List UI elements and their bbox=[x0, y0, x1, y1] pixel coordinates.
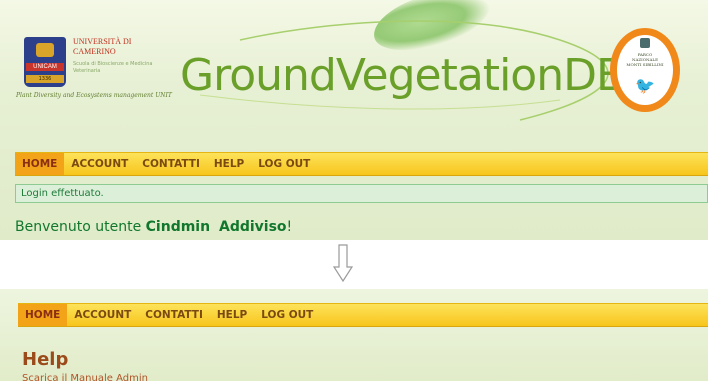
login-status-message: Login effettuato. bbox=[15, 184, 708, 203]
help-page-nav: HOME ACCOUNT CONTATTI HELP LOG OUT bbox=[18, 303, 708, 327]
bird-icon: 🐦 bbox=[635, 76, 655, 95]
help-page-title: Help bbox=[22, 349, 69, 370]
user-first-name: Cindmin bbox=[145, 219, 211, 235]
nav-logout[interactable]: LOG OUT bbox=[251, 153, 317, 175]
nav-home[interactable]: HOME bbox=[18, 304, 68, 326]
nav-help[interactable]: HELP bbox=[207, 153, 251, 175]
nav-account[interactable]: ACCOUNT bbox=[64, 153, 135, 175]
download-manual-link[interactable]: Scarica il Manuale Admin bbox=[22, 373, 148, 384]
university-shield-icon: UNICAM 1336 bbox=[24, 37, 66, 87]
university-motto: Plant Diversity and Ecosystems managemen… bbox=[16, 92, 172, 99]
down-arrow-icon bbox=[333, 244, 353, 283]
park-logo-icon[interactable]: PARCO NAZIONALE MONTI SIBILLINI 🐦 bbox=[610, 28, 682, 112]
nav-home[interactable]: HOME bbox=[15, 153, 65, 175]
main-nav: HOME ACCOUNT CONTATTI HELP LOG OUT bbox=[15, 152, 708, 176]
header-panel: UNICAM 1336 UNIVERSITÀ DI CAMERINO Scuol… bbox=[0, 0, 708, 240]
site-logo-title[interactable]: GroundVegetationDB bbox=[180, 50, 626, 101]
university-title: UNIVERSITÀ DI CAMERINO bbox=[73, 37, 132, 56]
university-logo[interactable]: UNICAM 1336 UNIVERSITÀ DI CAMERINO Scuol… bbox=[14, 30, 174, 110]
nav-help[interactable]: HELP bbox=[210, 304, 254, 326]
nav-contatti[interactable]: CONTATTI bbox=[138, 304, 210, 326]
nav-contatti[interactable]: CONTATTI bbox=[135, 153, 207, 175]
nav-logout[interactable]: LOG OUT bbox=[254, 304, 320, 326]
nav-account[interactable]: ACCOUNT bbox=[67, 304, 138, 326]
user-last-name: Addiviso bbox=[218, 219, 287, 235]
park-logo-text: PARCO NAZIONALE MONTI SIBILLINI bbox=[626, 52, 664, 67]
park-emblem-icon bbox=[640, 38, 650, 48]
university-subtitle: Scuola di Bioscienze e Medicina Veterina… bbox=[73, 61, 153, 74]
welcome-message: Benvenuto utente Cindmin Addiviso! bbox=[15, 219, 293, 235]
